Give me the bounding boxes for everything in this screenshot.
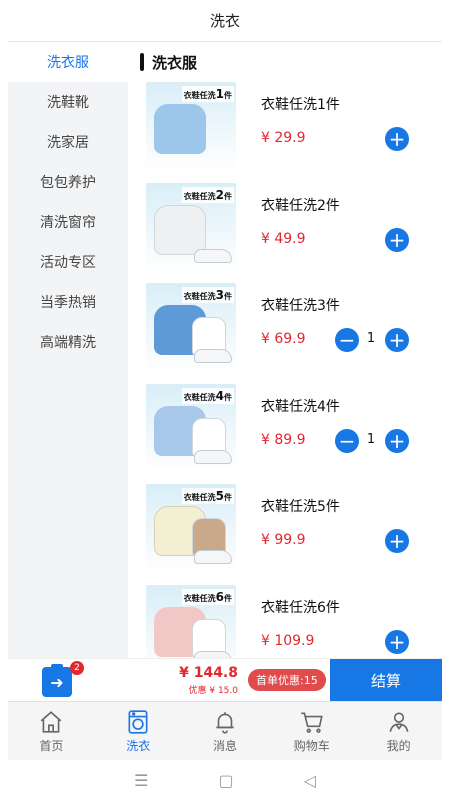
category-header: 洗衣服: [128, 42, 442, 82]
clipboard-icon[interactable]: ➜: [42, 664, 72, 697]
home-button-icon[interactable]: ▢: [218, 771, 233, 790]
product-name: 衣鞋任洗4件: [261, 398, 340, 415]
tab-label: 购物车: [293, 738, 330, 753]
plus-icon: +: [388, 328, 406, 352]
tab-label: 首页: [39, 738, 64, 753]
product-image[interactable]: 衣鞋任洗1件: [146, 82, 236, 170]
tab-messages[interactable]: 消息: [182, 702, 269, 760]
bottom-tab-bar: 首页 洗衣 消息 购物车 我的: [8, 701, 442, 760]
sidebar-item-wash-home[interactable]: 洗家居: [8, 122, 128, 162]
sidebar-item-seasonal-hot[interactable]: 当季热销: [8, 282, 128, 322]
tab-label: 我的: [386, 738, 411, 753]
plus-icon: +: [388, 127, 406, 151]
product-image[interactable]: 衣鞋任洗6件: [146, 584, 236, 658]
product-price: ¥ 49.9: [261, 230, 306, 247]
cart-discount: 优惠 ¥ 15.0: [188, 686, 239, 696]
home-icon: [41, 710, 62, 733]
category-title: 洗衣服: [152, 53, 198, 72]
title-bar: 洗衣: [8, 0, 442, 42]
plus-icon: +: [388, 428, 406, 453]
product-price: ¥ 29.9: [261, 130, 306, 146]
product-item[interactable]: 衣鞋任洗5件 衣鞋任洗5件 ¥ 99.9 +: [128, 484, 442, 585]
category-marker: [140, 53, 144, 71]
shoe-illustration: [194, 650, 232, 658]
product-name: 衣鞋任洗2件: [261, 197, 340, 214]
product-item[interactable]: 衣鞋任洗3件 衣鞋任洗3件 ¥ 69.9 − 1 +: [128, 283, 442, 384]
add-button[interactable]: +: [385, 428, 409, 453]
menu-icon[interactable]: ☰: [134, 771, 148, 790]
add-button[interactable]: +: [385, 629, 409, 654]
cart-total: ¥ 144.8: [179, 665, 238, 681]
product-name: 衣鞋任洗3件: [261, 298, 340, 314]
minus-icon: −: [338, 328, 356, 352]
remove-button[interactable]: −: [335, 328, 359, 352]
cart-icon: [300, 712, 323, 733]
bell-icon: [216, 711, 234, 734]
remove-button[interactable]: −: [335, 428, 359, 453]
sidebar-item-wash-shoes[interactable]: 洗鞋靴: [8, 82, 128, 122]
sidebar-item-wash-clothes[interactable]: 洗衣服: [8, 42, 128, 82]
image-tag: 衣鞋任洗1件: [181, 86, 234, 102]
tab-label: 洗衣: [126, 738, 151, 753]
plus-icon: +: [388, 529, 406, 553]
add-button[interactable]: +: [385, 529, 409, 553]
sidebar-item-premium-wash[interactable]: 高端精洗: [8, 322, 128, 362]
first-order-promo-badge: 首单优惠:15: [248, 669, 326, 691]
product-price: ¥ 89.9: [261, 431, 306, 448]
product-image[interactable]: 衣鞋任洗3件: [146, 283, 236, 371]
quantity-value: 1: [366, 331, 376, 346]
product-name: 衣鞋任洗1件: [261, 97, 340, 113]
jacket-illustration: [154, 204, 206, 255]
shoe-illustration: [194, 248, 232, 263]
system-navigation-bar: ☰ ▢ ◁: [0, 760, 450, 800]
sidebar-item-bag-care[interactable]: 包包养护: [8, 162, 128, 202]
tab-laundry[interactable]: 洗衣: [95, 702, 182, 760]
tab-label: 消息: [212, 738, 237, 753]
cart-count-badge: 2: [70, 661, 84, 675]
product-item[interactable]: 衣鞋任洗6件 衣鞋任洗6件 ¥ 109.9 +: [128, 584, 442, 658]
tab-profile[interactable]: 我的: [355, 702, 442, 760]
tab-home[interactable]: 首页: [8, 702, 95, 760]
back-icon[interactable]: ◁: [304, 771, 316, 790]
shoe-illustration: [194, 550, 232, 564]
user-icon: [389, 712, 409, 732]
checkout-button[interactable]: 结算: [330, 659, 442, 702]
washing-machine-icon: [128, 709, 148, 734]
sidebar-item-curtain-cleaning[interactable]: 清洗窗帘: [8, 202, 128, 242]
product-name: 衣鞋任洗5件: [261, 499, 340, 515]
product-image[interactable]: 衣鞋任洗5件: [146, 484, 236, 572]
category-sidebar: 洗衣服 洗鞋靴 洗家居 包包养护 清洗窗帘 活动专区 当季热销 高端精洗: [8, 42, 128, 658]
minus-icon: −: [338, 428, 356, 453]
cart-summary-bar: ➜ 2 ¥ 144.8 优惠 ¥ 15.0 首单优惠:15 结算: [8, 658, 442, 702]
page-title: 洗衣: [209, 12, 240, 30]
image-tag: 衣鞋任洗5件: [181, 488, 234, 504]
product-price: ¥ 99.9: [261, 532, 306, 548]
sidebar-item-promotions[interactable]: 活动专区: [8, 242, 128, 282]
image-tag: 衣鞋任洗3件: [181, 287, 234, 303]
product-item[interactable]: 衣鞋任洗1件 衣鞋任洗1件 ¥ 29.9 +: [128, 82, 442, 183]
product-name: 衣鞋任洗6件: [261, 599, 340, 616]
add-button[interactable]: +: [385, 227, 409, 252]
product-image[interactable]: 衣鞋任洗4件: [146, 383, 236, 472]
jacket-illustration: [154, 104, 206, 154]
product-price: ¥ 109.9: [261, 632, 315, 649]
product-list-panel: 洗衣服 衣鞋任洗1件 衣鞋任洗1件 ¥ 29.9 + 衣鞋任洗2件 衣鞋任洗2件…: [128, 42, 442, 658]
product-item[interactable]: 衣鞋任洗2件 衣鞋任洗2件 ¥ 49.9 +: [128, 182, 442, 284]
plus-icon: +: [388, 629, 406, 654]
add-button[interactable]: +: [385, 127, 409, 151]
tab-cart[interactable]: 购物车: [268, 702, 355, 760]
product-item[interactable]: 衣鞋任洗4件 衣鞋任洗4件 ¥ 89.9 − 1 +: [128, 383, 442, 485]
image-tag: 衣鞋任洗4件: [181, 387, 234, 404]
shoe-illustration: [194, 349, 232, 363]
add-button[interactable]: +: [385, 328, 409, 352]
image-tag: 衣鞋任洗6件: [181, 588, 234, 605]
product-price: ¥ 69.9: [261, 331, 306, 347]
quantity-value: 1: [366, 431, 376, 447]
shoe-illustration: [194, 449, 232, 464]
product-image[interactable]: 衣鞋任洗2件: [146, 182, 236, 271]
image-tag: 衣鞋任洗2件: [181, 186, 234, 203]
plus-icon: +: [388, 227, 406, 252]
